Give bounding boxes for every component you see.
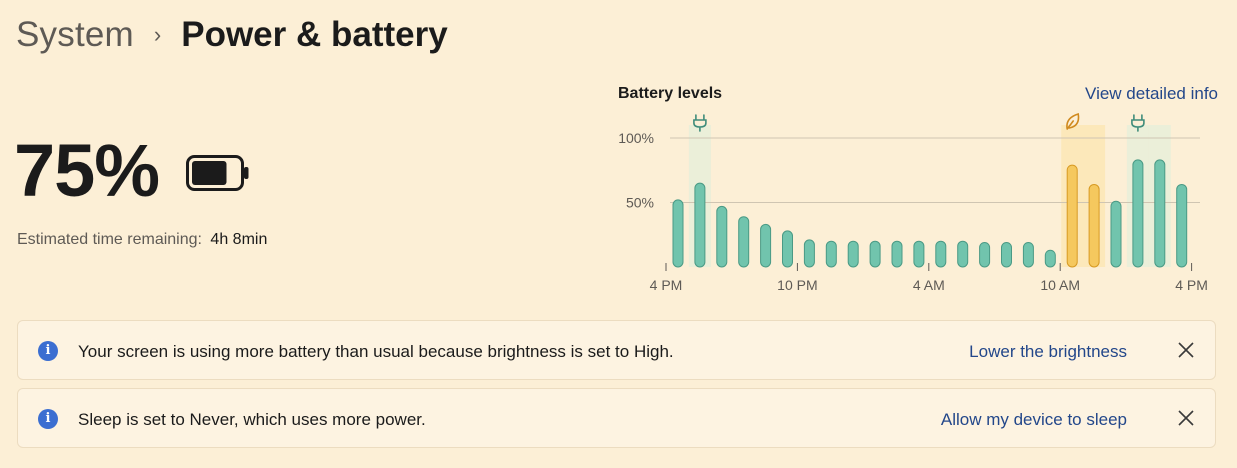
brightness-notification-text: Your screen is using more battery than u…: [78, 342, 674, 361]
battery-bar: [1044, 249, 1056, 268]
y-tick-label: 50%: [626, 195, 654, 211]
battery-bar: [913, 240, 925, 268]
battery-bar: [847, 240, 859, 268]
estimated-time-label: Estimated time remaining:: [17, 231, 202, 248]
battery-bar: [760, 223, 772, 268]
battery-bar: [957, 240, 969, 268]
battery-bar: [935, 240, 947, 268]
battery-bar: [1132, 159, 1144, 268]
estimated-time-value: 4h 8min: [210, 231, 268, 248]
battery-bar: [716, 205, 728, 268]
battery-icon: [186, 155, 249, 191]
battery-levels-title: Battery levels: [618, 85, 723, 102]
battery-bar: [1066, 164, 1078, 268]
x-tick-label: 4 PM: [650, 277, 683, 293]
breadcrumb: System › Power & battery: [16, 10, 448, 60]
brightness-notification: i Your screen is using more battery than…: [17, 320, 1216, 380]
info-icon: i: [38, 341, 58, 361]
battery-bar: [869, 240, 881, 268]
x-tick-label: 4 AM: [913, 277, 945, 293]
lower-brightness-link[interactable]: Lower the brightness: [969, 342, 1127, 362]
allow-sleep-link[interactable]: Allow my device to sleep: [941, 410, 1127, 430]
close-icon[interactable]: [1175, 339, 1197, 361]
close-icon[interactable]: [1175, 407, 1197, 429]
y-tick-label: 100%: [618, 130, 654, 146]
sleep-notification: i Sleep is set to Never, which uses more…: [17, 388, 1216, 448]
breadcrumb-system-link[interactable]: System: [16, 15, 134, 55]
sleep-notification-text: Sleep is set to Never, which uses more p…: [78, 410, 426, 429]
battery-bar: [1001, 241, 1012, 268]
x-tick-label: 10 PM: [777, 277, 817, 293]
breadcrumb-chevron-icon: ›: [153, 22, 162, 47]
battery-bar: [1176, 183, 1188, 268]
battery-levels-chart: 50% 100% 4 PM 10 PM 4 AM 10 AM 4 PM: [618, 112, 1208, 293]
battery-fill: [192, 161, 227, 185]
battery-bar: [891, 240, 903, 268]
battery-bar: [1154, 159, 1166, 268]
info-icon: i: [38, 409, 58, 429]
battery-bar: [782, 230, 793, 268]
view-detailed-info-link[interactable]: View detailed info: [1085, 84, 1218, 104]
battery-bar: [694, 182, 706, 268]
battery-bar: [1110, 200, 1122, 268]
battery-bar: [979, 241, 991, 268]
battery-bar: [672, 199, 684, 268]
battery-bar: [738, 216, 750, 268]
battery-bar: [1088, 183, 1100, 268]
x-tick-label: 4 PM: [1175, 277, 1208, 293]
estimated-time-remaining: Estimated time remaining: 4h 8min: [17, 231, 267, 249]
battery-bar: [1022, 241, 1034, 268]
battery-percentage: 75%: [14, 129, 160, 212]
x-tick-label: 10 AM: [1040, 277, 1080, 293]
battery-bar: [825, 240, 837, 268]
battery-bar: [803, 239, 815, 268]
page-title: Power & battery: [181, 15, 448, 54]
